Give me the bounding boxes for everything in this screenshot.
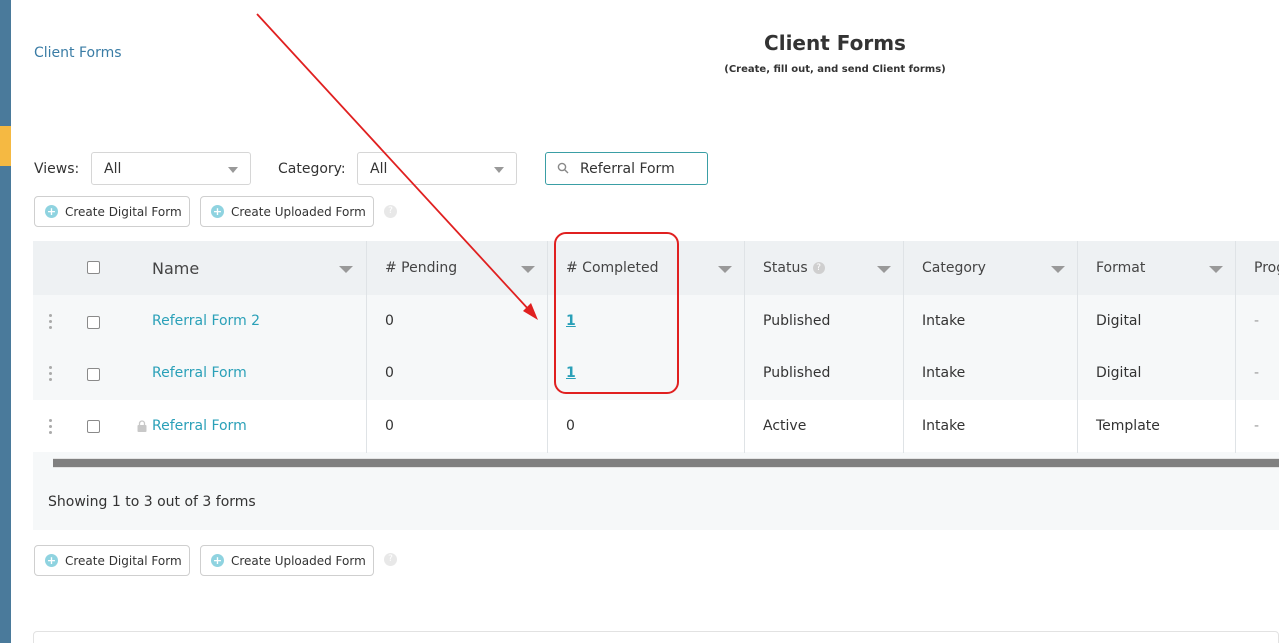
form-name-link[interactable]: Referral Form bbox=[152, 418, 247, 434]
category-value: Intake bbox=[922, 313, 966, 329]
page-subtitle: (Create, fill out, and send Client forms… bbox=[724, 64, 946, 75]
row-menu-icon[interactable] bbox=[49, 314, 52, 330]
create-digital-form-label: Create Digital Form bbox=[65, 204, 182, 219]
row-checkbox[interactable] bbox=[87, 368, 100, 381]
help-icon[interactable]: ? bbox=[384, 205, 397, 218]
pending-count: 0 bbox=[385, 313, 394, 329]
status-value: Published bbox=[763, 365, 831, 381]
row-menu-icon[interactable] bbox=[49, 366, 52, 382]
select-all-checkbox[interactable] bbox=[87, 261, 100, 274]
column-header-format[interactable]: Format bbox=[1096, 241, 1145, 295]
sort-icon[interactable] bbox=[1051, 266, 1065, 273]
prog-value: - bbox=[1254, 418, 1260, 434]
sort-icon[interactable] bbox=[521, 266, 535, 273]
search-field[interactable] bbox=[545, 152, 708, 185]
prog-value: - bbox=[1254, 313, 1260, 329]
format-value: Template bbox=[1096, 418, 1160, 434]
views-label: Views: bbox=[34, 161, 80, 177]
create-uploaded-form-label: Create Uploaded Form bbox=[231, 204, 366, 219]
table-row: Referral Form 0 0 Active Intake Template… bbox=[33, 400, 1279, 452]
create-digital-form-button[interactable]: + Create Digital Form bbox=[34, 196, 190, 227]
column-header-category[interactable]: Category bbox=[922, 241, 986, 295]
column-header-pending[interactable]: # Pending bbox=[385, 241, 457, 295]
create-digital-form-label: Create Digital Form bbox=[65, 553, 182, 568]
column-header-status[interactable]: Status ? bbox=[763, 241, 825, 295]
create-uploaded-form-label: Create Uploaded Form bbox=[231, 553, 366, 568]
bottom-panel bbox=[33, 631, 1279, 643]
format-value: Digital bbox=[1096, 365, 1142, 381]
sort-icon[interactable] bbox=[339, 266, 353, 273]
plus-icon: + bbox=[45, 554, 58, 567]
column-divider bbox=[547, 241, 548, 453]
left-nav-active-marker bbox=[0, 126, 11, 166]
pending-count: 0 bbox=[385, 365, 394, 381]
plus-icon: + bbox=[211, 554, 224, 567]
row-checkbox[interactable] bbox=[87, 316, 100, 329]
pending-count: 0 bbox=[385, 418, 394, 434]
category-select-value: All bbox=[370, 161, 388, 177]
plus-icon: + bbox=[45, 205, 58, 218]
column-divider bbox=[366, 241, 367, 453]
category-value: Intake bbox=[922, 365, 966, 381]
status-value: Published bbox=[763, 313, 831, 329]
create-digital-form-button[interactable]: + Create Digital Form bbox=[34, 545, 190, 576]
column-divider bbox=[744, 241, 745, 453]
chevron-down-icon bbox=[494, 167, 504, 173]
help-icon[interactable]: ? bbox=[812, 262, 825, 274]
sort-icon[interactable] bbox=[877, 266, 891, 273]
sort-icon[interactable] bbox=[1209, 266, 1223, 273]
column-divider bbox=[1077, 241, 1078, 453]
pagination-summary: Showing 1 to 3 out of 3 forms bbox=[48, 494, 256, 510]
search-icon bbox=[557, 162, 569, 174]
left-nav-rail bbox=[0, 0, 11, 643]
column-header-name[interactable]: Name bbox=[152, 241, 199, 295]
breadcrumb[interactable]: Client Forms bbox=[34, 45, 122, 61]
row-menu-icon[interactable] bbox=[49, 419, 52, 435]
form-name-link[interactable]: Referral Form 2 bbox=[152, 313, 260, 329]
status-value: Active bbox=[763, 418, 807, 434]
horizontal-scrollbar[interactable] bbox=[53, 458, 1279, 468]
views-select-value: All bbox=[104, 161, 122, 177]
column-divider bbox=[1235, 241, 1236, 453]
lock-icon bbox=[137, 420, 147, 432]
plus-icon: + bbox=[211, 205, 224, 218]
annotation-highlight-box bbox=[554, 232, 679, 394]
help-icon[interactable]: ? bbox=[384, 553, 397, 566]
column-header-prog[interactable]: Prog bbox=[1254, 241, 1279, 295]
format-value: Digital bbox=[1096, 313, 1142, 329]
form-name-link[interactable]: Referral Form bbox=[152, 365, 247, 381]
completed-count: 0 bbox=[566, 418, 575, 434]
prog-value: - bbox=[1254, 365, 1260, 381]
category-label: Category: bbox=[278, 161, 346, 177]
create-uploaded-form-button[interactable]: + Create Uploaded Form bbox=[200, 196, 374, 227]
category-select[interactable]: All bbox=[357, 152, 517, 185]
column-divider bbox=[903, 241, 904, 453]
row-checkbox[interactable] bbox=[87, 420, 100, 433]
create-uploaded-form-button[interactable]: + Create Uploaded Form bbox=[200, 545, 374, 576]
chevron-down-icon bbox=[228, 167, 238, 173]
sort-icon[interactable] bbox=[718, 266, 732, 273]
scrollbar-thumb[interactable] bbox=[53, 459, 1279, 467]
column-header-status-label: Status bbox=[763, 260, 808, 276]
page-title: Client Forms bbox=[764, 31, 906, 55]
category-value: Intake bbox=[922, 418, 966, 434]
search-input[interactable] bbox=[580, 159, 700, 179]
views-select[interactable]: All bbox=[91, 152, 251, 185]
